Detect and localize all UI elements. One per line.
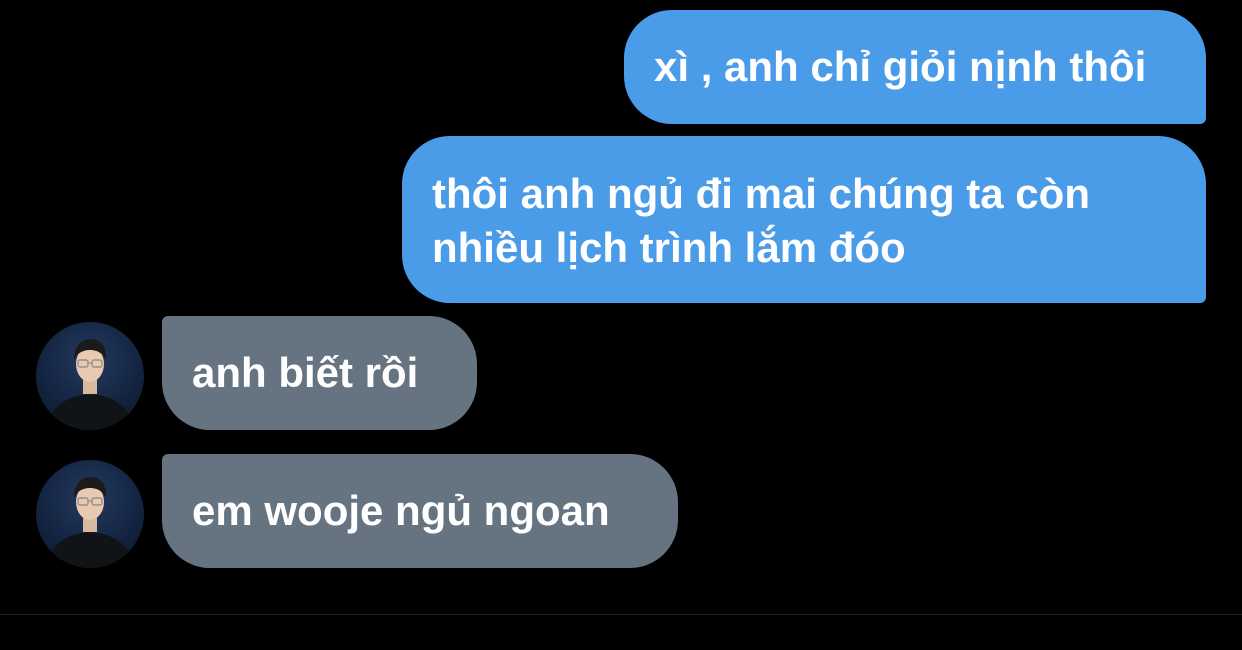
chat-thread: xì , anh chỉ giỏi nịnh thôi thôi anh ngủ… [0, 0, 1242, 650]
avatar-photo-icon [46, 476, 134, 568]
contact-avatar[interactable] [36, 460, 144, 568]
message-text: em wooje ngủ ngoan [192, 487, 610, 534]
outgoing-message-bubble[interactable]: thôi anh ngủ đi mai chúng ta còn nhiều l… [402, 136, 1206, 303]
message-text: xì , anh chỉ giỏi nịnh thôi [654, 43, 1147, 90]
avatar-photo-icon [46, 338, 134, 430]
incoming-message-bubble[interactable]: anh biết rồi [162, 316, 477, 430]
message-text: anh biết rồi [192, 349, 419, 396]
message-text: thôi anh ngủ đi mai chúng ta còn nhiều l… [432, 169, 1090, 271]
outgoing-message-bubble[interactable]: xì , anh chỉ giỏi nịnh thôi [624, 10, 1206, 124]
incoming-message-bubble[interactable]: em wooje ngủ ngoan [162, 454, 678, 568]
contact-avatar[interactable] [36, 322, 144, 430]
divider [0, 614, 1242, 615]
